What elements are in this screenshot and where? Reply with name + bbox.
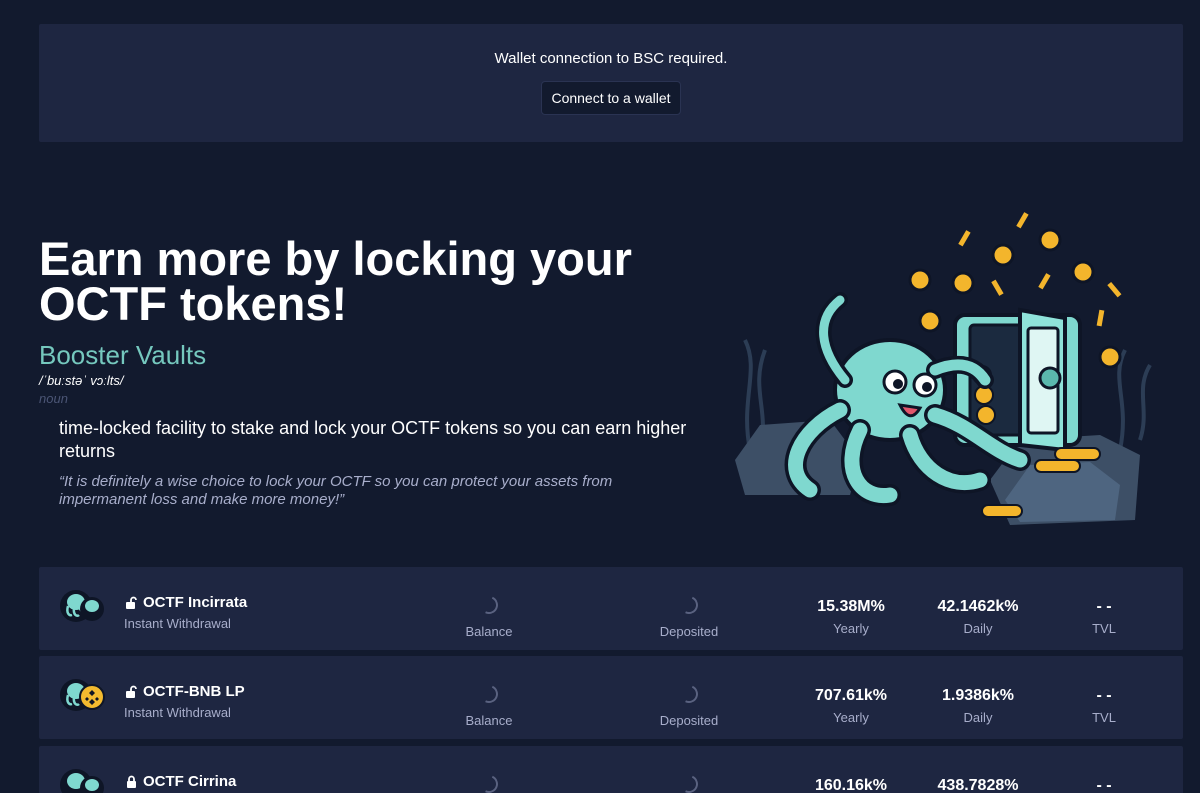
balance-label: Balance <box>465 713 513 728</box>
wallet-required-message: Wallet connection to BSC required. <box>494 50 728 67</box>
octf-token-avatar-icon <box>60 590 104 622</box>
vault-name-label: OCTF Cirrina <box>143 773 237 790</box>
yearly-label: Yearly <box>833 621 869 636</box>
lock-icon <box>127 775 136 788</box>
phonetic-spelling: /ˈbuːstəˈ vɔːlts/ <box>39 373 124 388</box>
octf-token-avatar-icon <box>60 769 104 793</box>
yearly-apy-value: 160.16k% <box>814 777 888 793</box>
vault-withdrawal-type: Instant Withdrawal <box>124 616 231 631</box>
vault-name: OCTF Cirrina <box>125 773 236 790</box>
octf-bnb-lp-token-avatar-icon <box>60 679 105 711</box>
yearly-label: Yearly <box>833 710 869 725</box>
daily-apy-value: 1.9386k% <box>941 687 1015 704</box>
page: Wallet connection to BSC required. Conne… <box>0 0 1200 793</box>
vault-row-octf-bnb-lp[interactable]: OCTF-BNB LP Instant Withdrawal Balance D… <box>39 656 1183 739</box>
hero-title-line-1: Earn more by locking your <box>39 232 632 285</box>
yearly-apy-value: 707.61k% <box>814 687 888 704</box>
vault-row-octf-incirrata[interactable]: OCTF Incirrata Instant Withdrawal Balanc… <box>39 567 1183 650</box>
vault-name-label: OCTF-BNB LP <box>143 683 245 700</box>
daily-apy-value: 438.7828% <box>937 777 1019 793</box>
hero-title: Earn more by locking your OCTF tokens! <box>39 232 699 330</box>
vault-name: OCTF-BNB LP <box>125 683 245 700</box>
unlock-icon <box>126 685 137 698</box>
tvl-value: - - <box>1096 598 1112 615</box>
balance-label: Balance <box>465 624 513 639</box>
daily-apy-value: 42.1462k% <box>937 598 1019 615</box>
part-of-speech: noun <box>39 391 68 406</box>
daily-label: Daily <box>963 710 993 725</box>
tvl-label: TVL <box>1092 710 1116 725</box>
deposited-loading-spinner-icon <box>677 772 701 793</box>
deposited-label: Deposited <box>659 624 719 639</box>
definition-text: time-locked facility to stake and lock y… <box>59 418 687 461</box>
deposited-loading-spinner-icon <box>677 593 701 617</box>
octopus-vault-illustration <box>735 212 1152 525</box>
wallet-banner: Wallet connection to BSC required. Conne… <box>39 24 1183 142</box>
tvl-label: TVL <box>1092 621 1116 636</box>
quote-text: “It is definitely a wise choice to lock … <box>59 473 613 508</box>
daily-label: Daily <box>963 621 993 636</box>
yearly-apy-value: 15.38M% <box>817 598 885 615</box>
balance-loading-spinner-icon <box>477 772 501 793</box>
vault-name: OCTF Incirrata <box>125 594 247 611</box>
balance-loading-spinner-icon <box>477 682 501 706</box>
hero-title-line-2: OCTF tokens! <box>39 277 348 330</box>
deposited-label: Deposited <box>659 713 719 728</box>
connect-wallet-button[interactable]: Connect to a wallet <box>541 81 681 115</box>
tvl-value: - - <box>1096 687 1112 704</box>
vault-name-label: OCTF Incirrata <box>143 594 248 611</box>
vault-withdrawal-type: Instant Withdrawal <box>124 705 231 720</box>
unlock-icon <box>126 596 137 609</box>
tvl-value: - - <box>1096 777 1112 793</box>
balance-loading-spinner-icon <box>477 593 501 617</box>
deposited-loading-spinner-icon <box>677 682 701 706</box>
hero-subtitle: Booster Vaults <box>39 340 207 370</box>
vault-row-octf-cirrina[interactable]: OCTF Cirrina 160.16k% 438.7828% - - <box>39 746 1183 793</box>
